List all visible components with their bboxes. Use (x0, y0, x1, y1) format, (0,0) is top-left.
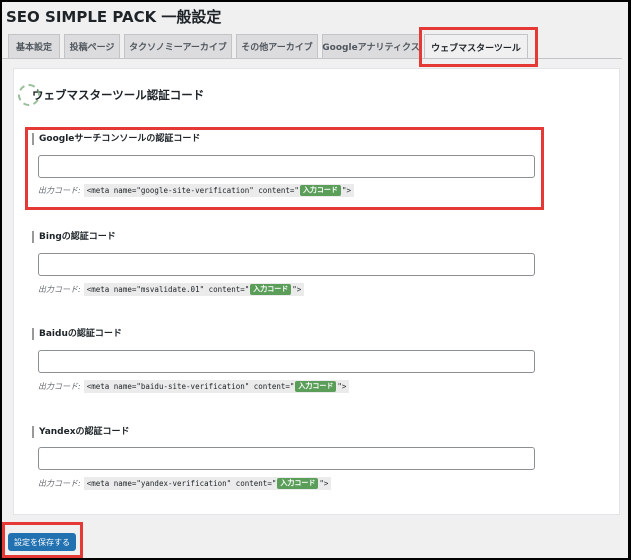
baidu-verification-input[interactable] (38, 350, 535, 373)
code-prefix: <meta name="yandex-verification" content… (86, 479, 277, 488)
input-code-badge: 入力コード (277, 478, 319, 489)
meta-code: <meta name="baidu-site-verification" con… (83, 380, 350, 393)
tab-basic[interactable]: 基本設定 (8, 34, 60, 58)
output-label: 出力コード: (38, 382, 81, 391)
code-suffix: "> (337, 382, 347, 391)
active-tab-highlight (419, 27, 538, 67)
bing-verification-field: Bingの認証コード 出力コード: <meta name="msvalidate… (32, 231, 542, 301)
baidu-verification-field: Baiduの認証コード 出力コード: <meta name="baidu-sit… (32, 328, 542, 398)
input-code-badge: 入力コード (295, 381, 337, 392)
code-prefix: <meta name="msvalidate.01" content=" (86, 285, 250, 294)
section-title: ウェブマスターツール認証コード (32, 88, 205, 102)
yandex-verification-field: Yandexの認証コード 出力コード: <meta name="yandex-v… (32, 426, 542, 496)
code-prefix: <meta name="baidu-site-verification" con… (86, 382, 295, 391)
tab-posts[interactable]: 投稿ページ (64, 34, 120, 58)
output-label: 出力コード: (38, 479, 81, 488)
tab-other-archive[interactable]: その他アーカイブ (236, 34, 318, 58)
yandex-field-label: Yandexの認証コード (32, 426, 542, 438)
tab-google-analytics[interactable]: Googleアナリティクス (322, 34, 420, 58)
section-badge-icon (18, 84, 40, 106)
code-suffix: "> (292, 285, 302, 294)
meta-code: <meta name="yandex-verification" content… (83, 477, 332, 490)
baidu-output-code: 出力コード: <meta name="baidu-site-verificati… (38, 380, 350, 393)
bing-field-label: Bingの認証コード (32, 231, 542, 243)
bing-verification-input[interactable] (38, 253, 535, 276)
input-code-badge: 入力コード (250, 284, 292, 295)
save-settings-button[interactable]: 設定を保存する (8, 533, 76, 551)
yandex-output-code: 出力コード: <meta name="yandex-verification" … (38, 477, 332, 490)
bing-output-code: 出力コード: <meta name="msvalidate.01" conten… (38, 283, 305, 296)
code-suffix: "> (319, 479, 329, 488)
section-header: ウェブマスターツール認証コード (18, 84, 204, 106)
baidu-field-label: Baiduの認証コード (32, 328, 542, 340)
page-title: SEO SIMPLE PACK 一般設定 (6, 8, 222, 26)
google-field-highlight (25, 127, 544, 210)
meta-code: <meta name="msvalidate.01" content=" 入力コ… (83, 283, 305, 296)
yandex-verification-input[interactable] (38, 447, 535, 470)
tab-taxonomy-archive[interactable]: タクソノミーアーカイブ (124, 34, 232, 58)
output-label: 出力コード: (38, 285, 81, 294)
